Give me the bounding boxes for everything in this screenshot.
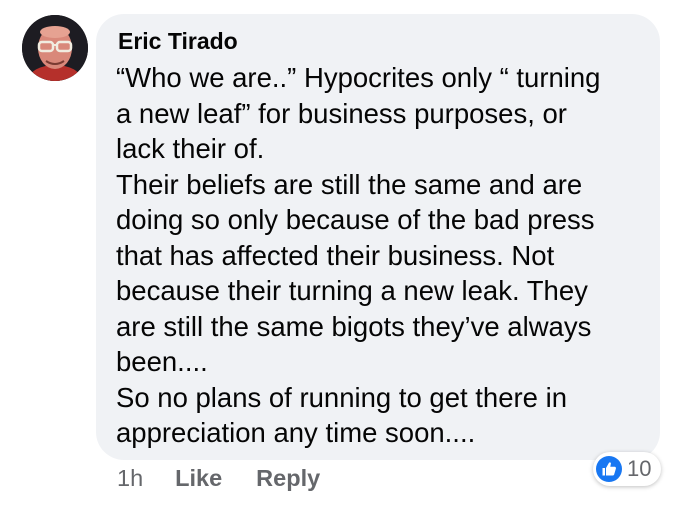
comment-line: doing so only because of the bad press xyxy=(116,204,595,235)
reaction-summary[interactable]: 10 xyxy=(593,452,662,486)
thumbs-up-icon xyxy=(596,456,622,482)
comment-line: been.... xyxy=(116,346,208,377)
comment-line: lack their of. xyxy=(116,133,265,164)
comment-line: a new leaf” for business purposes, or xyxy=(116,97,567,129)
comment-author-name[interactable]: Eric Tirado xyxy=(118,26,640,56)
avatar-photo xyxy=(22,15,88,81)
comment-line: Their beliefs are still the same and are xyxy=(116,168,583,200)
comment-line: appreciation any time soon.... xyxy=(116,417,476,448)
comment-body: “Who we are..” Hypocrites only “ turning… xyxy=(116,60,640,451)
reaction-count: 10 xyxy=(627,456,652,481)
comment-line: because their turning a new leak. They xyxy=(116,275,588,306)
avatar[interactable] xyxy=(22,15,88,81)
comment-line: “Who we are..” Hypocrites only “ turning xyxy=(116,62,601,93)
comment-line: So no plans of running to get there in xyxy=(116,381,568,413)
reply-button[interactable]: Reply xyxy=(256,465,320,492)
comment-actions: 1h Like Reply xyxy=(117,465,354,492)
comment-line: that has affected their business. Not xyxy=(116,239,555,271)
comment-timestamp[interactable]: 1h xyxy=(117,465,143,492)
like-button[interactable]: Like xyxy=(175,465,222,492)
comment-line: are still the same bigots they’ve always xyxy=(116,310,592,342)
comment-bubble: Eric Tirado “Who we are..” Hypocrites on… xyxy=(96,14,660,460)
